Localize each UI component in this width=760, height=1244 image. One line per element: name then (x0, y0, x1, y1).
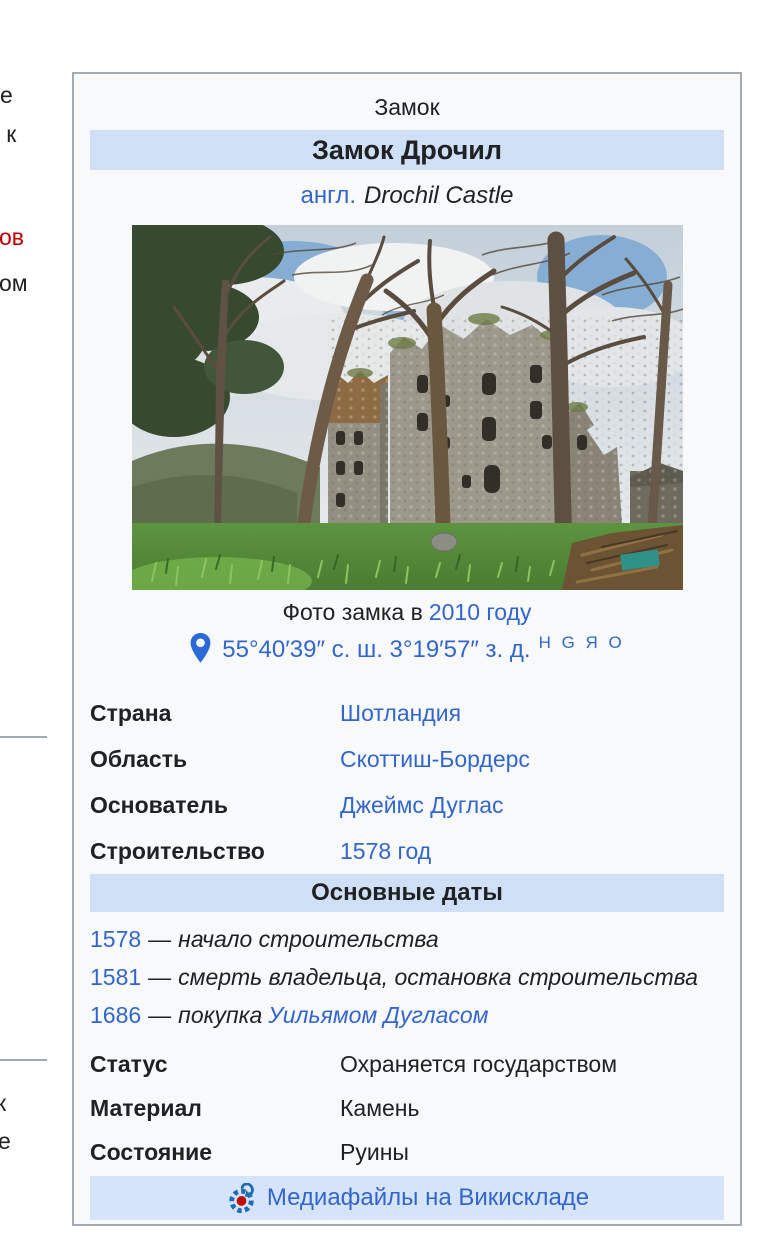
commons-link[interactable]: Медиафайлы на Викискладе (267, 1184, 589, 1212)
coordinates-line: 55°40′39″ с. ш. 3°19′57″ з. д. H G Я O (74, 630, 740, 672)
table-row: Статус Охраняется государством (74, 1042, 740, 1086)
infobox-title: Замок Дрочил (90, 130, 724, 170)
commons-footer: Медиафайлы на Викискладе (90, 1176, 724, 1220)
fact-value-link[interactable]: Скоттиш-Бордерс (340, 746, 530, 773)
fact-label: Материал (90, 1095, 340, 1122)
fact-label: Строительство (90, 838, 340, 865)
coordinates-services-links[interactable]: H G Я O (539, 633, 625, 652)
list-item: 1578 — начало строительства (90, 920, 724, 958)
article-text-fragment: е (0, 1126, 11, 1156)
facts-table: Страна Шотландия Область Скоттиш-Бордерс… (74, 690, 740, 874)
photo-caption: Фото замка в 2010 году (74, 597, 740, 627)
article-text-fragment: и к (0, 119, 16, 149)
fact-value-link[interactable]: 1578 год (340, 838, 431, 865)
date-description: смерть владельца, остановка строительств… (178, 964, 698, 990)
fact-label: Область (90, 746, 340, 773)
dash: — (148, 1002, 171, 1028)
castle-photo[interactable] (132, 225, 683, 590)
fact-value-link[interactable]: Шотландия (340, 700, 461, 727)
fact-label: Страна (90, 700, 340, 727)
table-row: Состояние Руины (74, 1130, 740, 1174)
table-row: Материал Камень (74, 1086, 740, 1130)
year-link[interactable]: 1686 (90, 1002, 141, 1028)
facts-table-plain: Статус Охраняется государством Материал … (74, 1042, 740, 1174)
dates-section-header: Основные даты (90, 874, 724, 912)
fact-label: Статус (90, 1051, 340, 1078)
year-link[interactable]: 1581 (90, 964, 141, 990)
section-divider (0, 1059, 47, 1061)
fact-value: Камень (340, 1095, 419, 1122)
key-dates-list: 1578 — начало строительства 1581 — смерть вл… (74, 912, 740, 1038)
article-redlink-fragment[interactable]: ов (0, 222, 24, 252)
dash: — (148, 964, 171, 990)
native-name: Drochil Castle (364, 182, 513, 209)
wikipedia-article-viewport: { "article_margin": { "fragments": [ {"t… (0, 0, 760, 1244)
date-description: покупка (178, 1002, 262, 1028)
fact-label: Состояние (90, 1139, 340, 1166)
article-text-fragment: к (0, 1088, 6, 1118)
section-divider (0, 736, 47, 738)
article-text-fragment: е (0, 80, 13, 110)
coordinates-link[interactable]: 55°40′39″ с. ш. 3°19′57″ з. д. (222, 636, 530, 663)
date-description: начало строительства (178, 926, 438, 952)
infobox-type-label: Замок (74, 92, 740, 122)
date-person-link[interactable]: Уильямом Дугласом (268, 1002, 488, 1028)
location-pin-icon (189, 632, 212, 664)
table-row: Строительство 1578 год (74, 828, 740, 874)
fact-value-link[interactable]: Джеймс Дуглас (340, 792, 503, 819)
dash: — (148, 926, 171, 952)
fact-value: Охраняется государством (340, 1051, 617, 1078)
table-row: Страна Шотландия (74, 690, 740, 736)
fact-label: Основатель (90, 792, 340, 819)
list-item: 1581 — смерть владельца, остановка строите… (90, 958, 724, 996)
castle-infobox: Замок Замок Дрочил англ. Drochil Castle (72, 72, 742, 1226)
wikimedia-commons-icon (225, 1183, 258, 1214)
castle-photo-image[interactable] (132, 225, 683, 590)
year-link[interactable]: 1578 (90, 926, 141, 952)
table-row: Основатель Джеймс Дуглас (74, 782, 740, 828)
article-text-fragment: ом (0, 268, 28, 298)
caption-year-link[interactable]: 2010 году (429, 599, 532, 625)
table-row: Область Скоттиш-Бордерс (74, 736, 740, 782)
native-name-line: англ. Drochil Castle (74, 180, 740, 212)
language-link[interactable]: англ. (301, 182, 357, 209)
list-item: 1686 — покупкаУильямом Дугласом (90, 996, 724, 1034)
caption-text: Фото замка в (282, 599, 422, 625)
fact-value: Руины (340, 1139, 409, 1166)
